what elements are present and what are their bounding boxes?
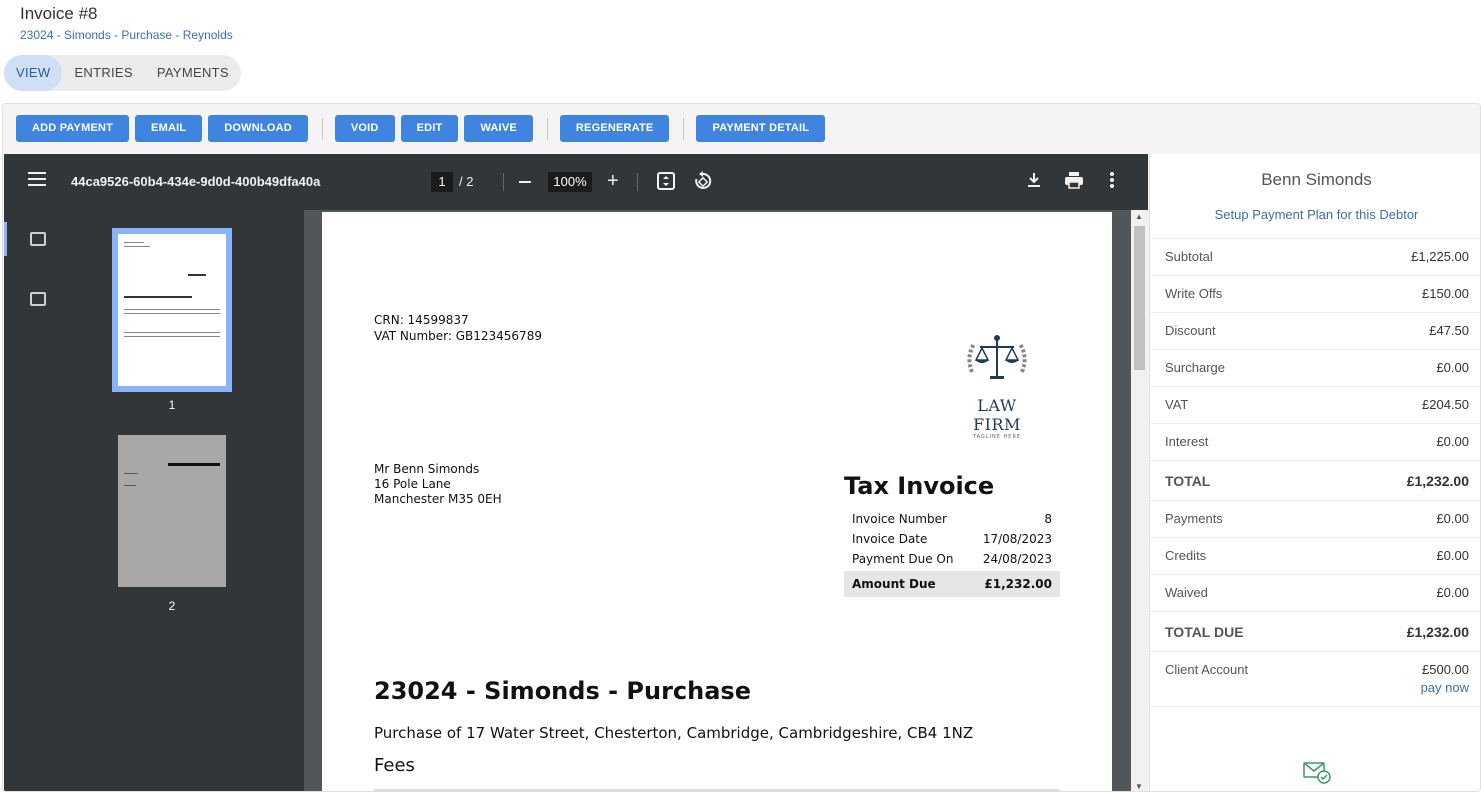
thumbnail-panel: 1 2 [4,210,304,791]
thumbnail-label-1: 1 [168,398,176,412]
menu-icon[interactable] [28,172,46,186]
summary-row-discount: Discount £47.50 [1150,312,1480,349]
outline-icon[interactable] [30,292,46,306]
pdf-viewer: 44ca9526-60b4-434e-9d0d-400b49dfa40a 1 /… [4,154,1148,791]
summary-row-client-account: Client Account £500.00 pay now [1150,651,1480,707]
matter-description: Purchase of 17 Water Street, Chesterton,… [374,724,974,742]
zoom-in-icon[interactable]: + [607,171,619,191]
toolbar-divider [546,117,548,140]
page-total: / 2 [459,174,474,189]
law-firm-logo: LAW FIRM TAGLINE HERE [952,332,1042,440]
logo-tagline: TAGLINE HERE [972,434,1022,440]
more-icon[interactable] [1109,171,1115,194]
download-button[interactable]: DOWNLOAD [208,115,308,142]
tab-bar: VIEW ENTRIES PAYMENTS [4,55,241,91]
summary-row-subtotal: Subtotal £1,225.00 [1150,238,1480,275]
address-line: Mr Benn Simonds [374,462,480,476]
waive-button[interactable]: WAIVE [464,115,533,142]
debtor-name: Benn Simonds [1261,170,1372,189]
invoice-row: Invoice Number 8 [852,512,1052,526]
scroll-up-icon[interactable]: ▲ [1135,212,1143,221]
toolbar-divider [321,117,323,140]
email-button[interactable]: EMAIL [135,115,203,142]
scrollbar-thumb[interactable] [1134,226,1145,370]
logo-name: LAW FIRM [973,396,1021,434]
regenerate-button[interactable]: REGENERATE [559,115,670,142]
summary-row-total: TOTAL £1,232.00 [1150,460,1480,500]
company-details: CRN: 14599837 VAT Number: GB123456789 [374,312,542,344]
address-line: 16 Pole Lane [374,477,451,491]
summary-row-surcharge: Surcharge £0.00 [1150,349,1480,386]
document-title: Tax Invoice [844,472,995,500]
summary-row-payments: Payments £0.00 [1150,500,1480,537]
page-number-input[interactable]: 1 [431,172,453,192]
toolbar-divider [503,173,504,191]
rotate-icon[interactable] [693,171,713,196]
pdf-filename: 44ca9526-60b4-434e-9d0d-400b49dfa40a [71,174,321,189]
edit-button[interactable]: EDIT [400,115,459,142]
amount-due-row: Amount Due £1,232.00 [844,571,1060,597]
selected-indicator [4,222,7,256]
fees-heading: Fees [374,755,415,776]
matter-link[interactable]: 23024 - Simonds - Purchase - Reynolds [20,28,233,42]
vat-number-text: VAT Number: GB123456789 [374,329,542,343]
page-thumbnail-1[interactable] [112,228,232,392]
tab-entries[interactable]: ENTRIES [62,55,144,91]
scales-icon [967,335,1027,379]
download-icon[interactable] [1025,171,1043,194]
summary-row-vat: VAT £204.50 [1150,386,1480,423]
invoice-row: Payment Due On 24/08/2023 [852,552,1052,566]
page-header: Invoice #8 23024 - Simonds - Purchase - … [20,4,233,42]
pdf-toolbar: 44ca9526-60b4-434e-9d0d-400b49dfa40a 1 /… [4,154,1148,210]
payment-detail-button[interactable]: PAYMENT DETAIL [696,115,826,142]
invoice-details-table: Invoice Number 8 Invoice Date 17/08/2023 P… [844,509,1060,597]
email-sent-icon[interactable] [1303,760,1331,789]
summary-row-credits: Credits £0.00 [1150,537,1480,574]
thumbnail-label-2: 2 [168,599,176,613]
tab-view[interactable]: VIEW [4,55,63,91]
fit-page-icon[interactable] [656,171,676,196]
action-toolbar: ADD PAYMENT EMAIL DOWNLOAD VOID EDIT WAI… [16,115,831,142]
invoice-row: Invoice Date 17/08/2023 [852,532,1052,546]
toolbar-divider [637,173,638,191]
summary-row-write-offs: Write Offs £150.00 [1150,275,1480,312]
matter-title: 23024 - Simonds - Purchase [374,677,751,705]
invoice-card: ADD PAYMENT EMAIL DOWNLOAD VOID EDIT WAI… [2,103,1481,792]
pay-now-link[interactable]: pay now [1421,680,1469,695]
tab-payments[interactable]: PAYMENTS [145,55,241,91]
page-thumbnail-2[interactable] [118,435,226,587]
pdf-scrollbar[interactable]: ▲ ▼ [1131,210,1148,791]
summary-row-total-due: TOTAL DUE £1,232.00 [1150,611,1480,651]
thumbnails-icon[interactable] [30,232,46,246]
summary-row-waived: Waived £0.00 [1150,574,1480,611]
pdf-page: CRN: 14599837 VAT Number: GB123456789 LA… [322,212,1112,791]
zoom-level-input[interactable]: 100% [548,172,592,192]
void-button[interactable]: VOID [334,115,395,142]
summary-row-interest: Interest £0.00 [1150,423,1480,460]
summary-panel: Benn Simonds Setup Payment Plan for this… [1149,154,1480,791]
scroll-down-icon[interactable]: ▼ [1135,782,1143,791]
crn-text: CRN: 14599837 [374,313,469,327]
address-line: Manchester M35 0EH [374,492,502,506]
page-title: Invoice #8 [20,4,98,23]
debtor-address: Mr Benn Simonds 16 Pole Lane Manchester … [374,462,502,507]
thumbnail-nav [4,210,64,791]
toolbar-divider [683,117,685,140]
zoom-out-icon[interactable] [519,181,531,183]
payment-plan-link[interactable]: Setup Payment Plan for this Debtor [1150,207,1480,222]
print-icon[interactable] [1064,171,1084,194]
add-payment-button[interactable]: ADD PAYMENT [16,115,130,142]
